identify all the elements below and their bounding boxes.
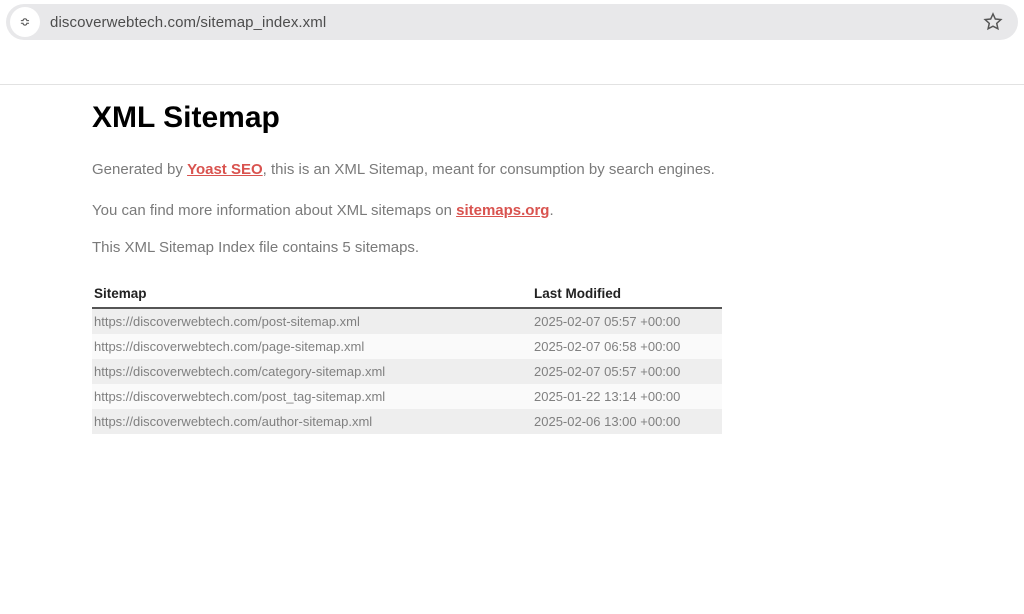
- table-row: https://discoverwebtech.com/post_tag-sit…: [92, 384, 722, 409]
- url-text[interactable]: discoverwebtech.com/sitemap_index.xml: [50, 14, 972, 31]
- lastmod-cell: 2025-02-06 13:00 +00:00: [532, 409, 722, 434]
- content-area: XML Sitemap Generated by Yoast SEO, this…: [0, 84, 1024, 434]
- sitemap-count-line: This XML Sitemap Index file contains 5 s…: [92, 239, 732, 256]
- lastmod-cell: 2025-02-07 05:57 +00:00: [532, 359, 722, 384]
- address-bar-container: ≎ discoverwebtech.com/sitemap_index.xml: [0, 0, 1024, 48]
- sitemap-table: Sitemap Last Modified https://discoverwe…: [92, 280, 722, 434]
- intro-prefix: Generated by: [92, 161, 187, 178]
- col-header-sitemap: Sitemap: [92, 280, 532, 308]
- sitemap-link[interactable]: https://discoverwebtech.com/author-sitem…: [94, 414, 372, 429]
- lastmod-cell: 2025-02-07 05:57 +00:00: [532, 308, 722, 334]
- site-info-icon[interactable]: ≎: [10, 7, 40, 37]
- lastmod-cell: 2025-01-22 13:14 +00:00: [532, 384, 722, 409]
- info2-prefix: You can find more information about XML …: [92, 202, 456, 219]
- sitemap-link[interactable]: https://discoverwebtech.com/page-sitemap…: [94, 339, 364, 354]
- lastmod-cell: 2025-02-07 06:58 +00:00: [532, 334, 722, 359]
- table-row: https://discoverwebtech.com/page-sitemap…: [92, 334, 722, 359]
- site-badge-glyph: ≎: [20, 14, 31, 30]
- sitemaps-org-link[interactable]: sitemaps.org: [456, 202, 549, 219]
- bookmark-star-icon[interactable]: [982, 11, 1004, 33]
- table-row: https://discoverwebtech.com/category-sit…: [92, 359, 722, 384]
- sitemap-link[interactable]: https://discoverwebtech.com/post_tag-sit…: [94, 389, 385, 404]
- info2-suffix: .: [549, 202, 553, 219]
- intro-suffix: , this is an XML Sitemap, meant for cons…: [263, 161, 715, 178]
- col-header-lastmod: Last Modified: [532, 280, 722, 308]
- content-inner: XML Sitemap Generated by Yoast SEO, this…: [92, 101, 732, 434]
- table-header-row: Sitemap Last Modified: [92, 280, 722, 308]
- intro-paragraph: Generated by Yoast SEO, this is an XML S…: [92, 159, 732, 182]
- sitemap-link[interactable]: https://discoverwebtech.com/post-sitemap…: [94, 314, 360, 329]
- sitemap-link[interactable]: https://discoverwebtech.com/category-sit…: [94, 364, 385, 379]
- table-row: https://discoverwebtech.com/author-sitem…: [92, 409, 722, 434]
- yoast-seo-link[interactable]: Yoast SEO: [187, 161, 263, 178]
- address-bar[interactable]: ≎ discoverwebtech.com/sitemap_index.xml: [6, 4, 1018, 40]
- info-paragraph: You can find more information about XML …: [92, 202, 732, 219]
- table-row: https://discoverwebtech.com/post-sitemap…: [92, 308, 722, 334]
- page-title: XML Sitemap: [92, 101, 732, 135]
